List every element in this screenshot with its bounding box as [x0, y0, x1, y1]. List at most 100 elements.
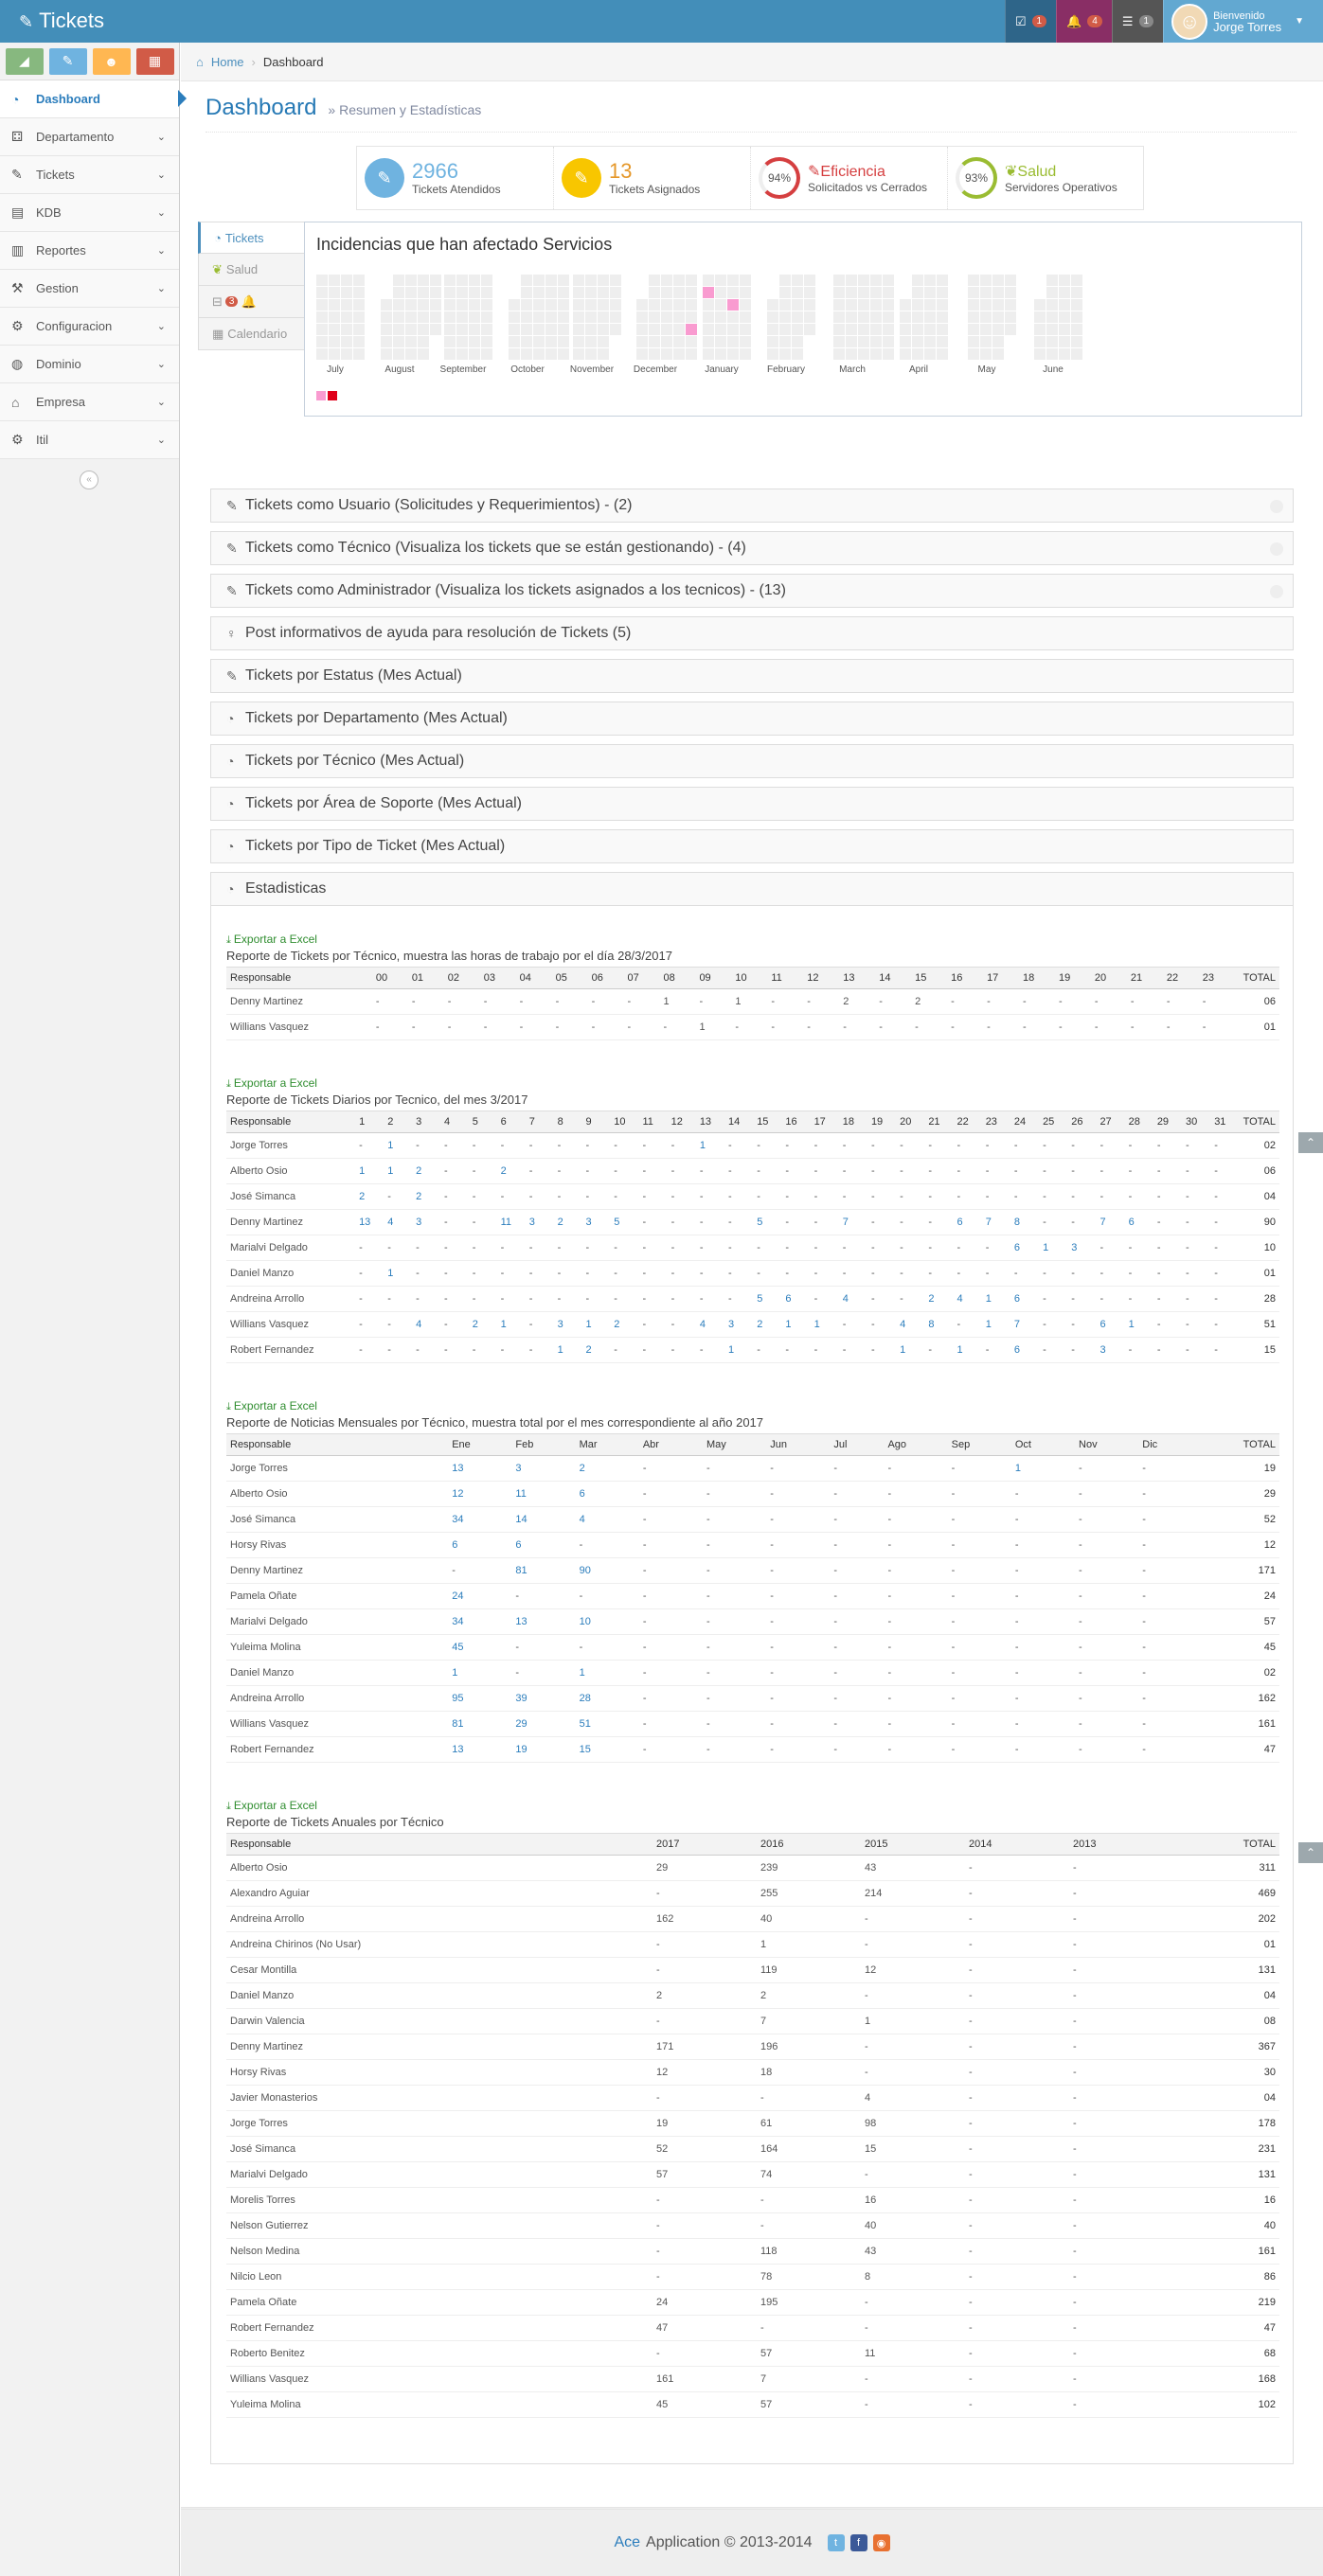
- rss-icon[interactable]: ◉: [872, 2534, 890, 2551]
- table-cell[interactable]: 1: [581, 1311, 611, 1338]
- heatmap-cell[interactable]: [649, 336, 660, 347]
- heatmap-cell[interactable]: [521, 336, 532, 347]
- heatmap-cell[interactable]: [430, 311, 441, 323]
- heatmap-cell[interactable]: [329, 299, 340, 311]
- heatmap-cell[interactable]: [767, 324, 778, 335]
- heatmap-cell[interactable]: [924, 336, 936, 347]
- heatmap-cell[interactable]: [329, 311, 340, 323]
- heatmap-cell[interactable]: [636, 348, 648, 360]
- heatmap-cell[interactable]: [900, 311, 911, 323]
- heatmap-cell[interactable]: [393, 299, 404, 311]
- heatmap-cell[interactable]: [703, 299, 714, 311]
- heatmap-cell[interactable]: [1071, 336, 1082, 347]
- table-cell[interactable]: 1: [384, 1158, 413, 1184]
- heatmap-cell[interactable]: [740, 311, 751, 323]
- heatmap-cell[interactable]: [1005, 275, 1016, 286]
- heatmap-cell[interactable]: [481, 348, 492, 360]
- heatmap-cell[interactable]: [715, 348, 726, 360]
- heatmap-cell[interactable]: [573, 336, 584, 347]
- table-cell[interactable]: 34: [448, 1608, 512, 1635]
- heatmap-cell[interactable]: [661, 311, 672, 323]
- heatmap-cell[interactable]: [509, 311, 520, 323]
- heatmap-cell[interactable]: [558, 275, 569, 286]
- user-menu[interactable]: ☺ Bienvenido Jorge Torres ▼: [1163, 0, 1323, 43]
- heatmap-cell[interactable]: [610, 287, 621, 298]
- heatmap-cell[interactable]: [598, 287, 609, 298]
- table-cell[interactable]: 1: [575, 1660, 639, 1686]
- sidebar-item-dominio[interactable]: ◍ Dominio ⌄: [0, 346, 179, 383]
- heatmap-cell[interactable]: [686, 275, 697, 286]
- heatmap-cell[interactable]: [353, 348, 365, 360]
- heatmap-cell[interactable]: [444, 275, 456, 286]
- heatmap-cell[interactable]: [686, 336, 697, 347]
- table-cell[interactable]: 5: [753, 1209, 782, 1235]
- heatmap-cell[interactable]: [968, 336, 979, 347]
- heatmap-cell[interactable]: [573, 275, 584, 286]
- heatmap-cell[interactable]: [883, 287, 894, 298]
- heatmap-cell[interactable]: [558, 336, 569, 347]
- heatmap-cell[interactable]: [703, 336, 714, 347]
- heatmap-cell[interactable]: [686, 311, 697, 323]
- heatmap-cell[interactable]: [469, 348, 480, 360]
- heatmap-cell[interactable]: [418, 299, 429, 311]
- heatmap-cell[interactable]: [992, 324, 1004, 335]
- heatmap-cell[interactable]: [703, 275, 714, 286]
- heatmap-cell[interactable]: [804, 324, 815, 335]
- heatmap-cell[interactable]: [858, 336, 869, 347]
- heatmap-cell[interactable]: [545, 275, 557, 286]
- breadcrumb-home-link[interactable]: Home: [211, 55, 244, 69]
- heatmap-cell[interactable]: [833, 311, 845, 323]
- heatmap-cell[interactable]: [833, 275, 845, 286]
- export-excel-link[interactable]: ⤓ Exportar a Excel: [226, 933, 1278, 947]
- heatmap-cell[interactable]: [558, 348, 569, 360]
- table-cell[interactable]: 6: [575, 1481, 639, 1507]
- heatmap-cell[interactable]: [912, 299, 923, 311]
- tab-tickets[interactable]: ◔ Tickets: [198, 222, 305, 254]
- heatmap-cell[interactable]: [636, 299, 648, 311]
- heatmap-cell[interactable]: [1059, 336, 1070, 347]
- heatmap-cell[interactable]: [316, 311, 328, 323]
- heatmap-cell[interactable]: [727, 287, 739, 298]
- heatmap-cell[interactable]: [900, 324, 911, 335]
- heatmap-cell[interactable]: [418, 324, 429, 335]
- heatmap-cell[interactable]: [341, 336, 352, 347]
- heatmap-cell[interactable]: [610, 275, 621, 286]
- heatmap-cell[interactable]: [703, 287, 714, 298]
- accordion-panel-header[interactable]: ✎ Tickets como Administrador (Visualiza l…: [210, 574, 1294, 608]
- heatmap-cell[interactable]: [585, 324, 597, 335]
- table-cell[interactable]: 6: [1096, 1311, 1125, 1338]
- heatmap-cell[interactable]: [673, 348, 685, 360]
- heatmap-cell[interactable]: [703, 348, 714, 360]
- table-cell[interactable]: 1: [384, 1260, 413, 1287]
- table-cell[interactable]: 1: [781, 1311, 811, 1338]
- heatmap-cell[interactable]: [393, 275, 404, 286]
- table-cell[interactable]: 3: [1096, 1337, 1125, 1363]
- heatmap-cell[interactable]: [316, 348, 328, 360]
- heatmap-cell[interactable]: [1059, 324, 1070, 335]
- heatmap-cell[interactable]: [418, 348, 429, 360]
- signal-shortcut-button[interactable]: ◢: [5, 47, 44, 75]
- heatmap-cell[interactable]: [469, 311, 480, 323]
- heatmap-cell[interactable]: [1005, 287, 1016, 298]
- table-cell[interactable]: 1: [981, 1311, 1010, 1338]
- heatmap-cell[interactable]: [341, 299, 352, 311]
- heatmap-cell[interactable]: [381, 299, 392, 311]
- heatmap-cell[interactable]: [418, 336, 429, 347]
- heatmap-cell[interactable]: [481, 311, 492, 323]
- table-cell[interactable]: 1: [1010, 1455, 1076, 1482]
- heatmap-cell[interactable]: [900, 299, 911, 311]
- heatmap-cell[interactable]: [405, 275, 417, 286]
- heatmap-cell[interactable]: [740, 336, 751, 347]
- heatmap-cell[interactable]: [937, 299, 948, 311]
- heatmap-cell[interactable]: [912, 336, 923, 347]
- heatmap-cell[interactable]: [341, 275, 352, 286]
- heatmap-cell[interactable]: [937, 275, 948, 286]
- heatmap-cell[interactable]: [509, 348, 520, 360]
- heatmap-cell[interactable]: [469, 275, 480, 286]
- heatmap-cell[interactable]: [521, 324, 532, 335]
- table-cell[interactable]: 10: [575, 1608, 639, 1635]
- heatmap-cell[interactable]: [1046, 311, 1058, 323]
- heatmap-cell[interactable]: [405, 299, 417, 311]
- scroll-top-button[interactable]: ⌃: [1298, 1842, 1323, 1863]
- heatmap-cell[interactable]: [456, 287, 468, 298]
